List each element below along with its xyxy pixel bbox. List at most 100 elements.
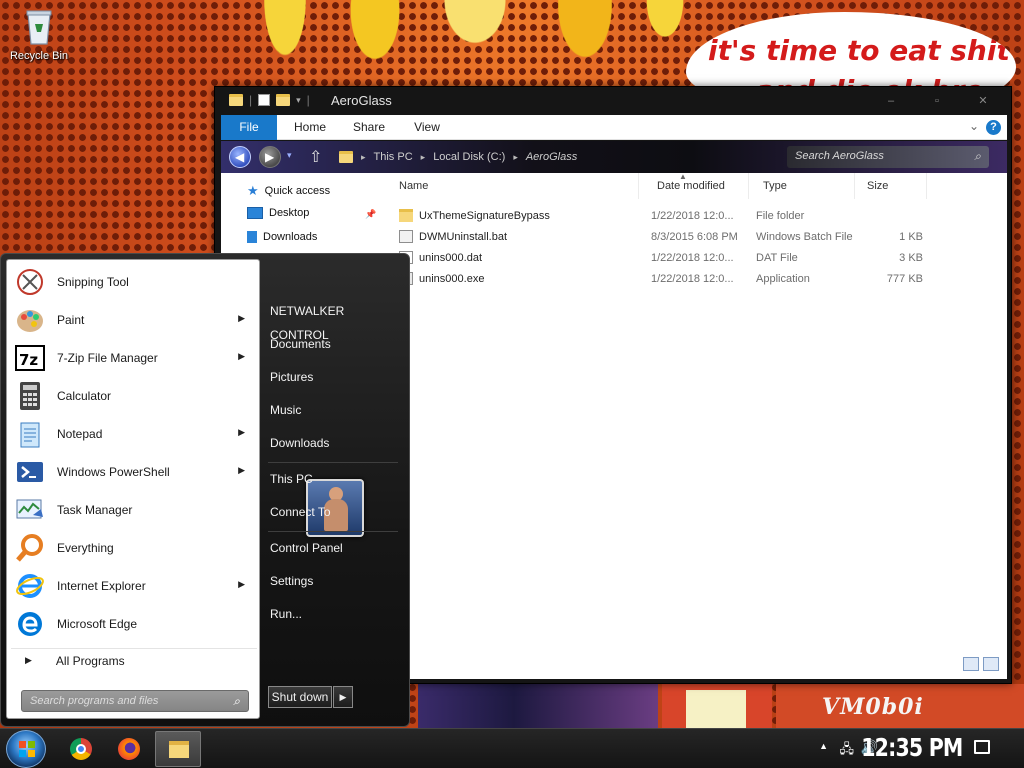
breadcrumb[interactable]: ▸ This PC ▸ Local Disk (C:) ▸ AeroGlass <box>339 145 769 169</box>
taskbar: ▲ 🖧 🔊 12:35 PM <box>0 728 1024 768</box>
start-button[interactable] <box>6 730 46 768</box>
breadcrumb-aeroglass[interactable]: AeroGlass <box>526 151 577 163</box>
link-control-panel[interactable]: Control Panel <box>270 536 398 560</box>
details-view-icon[interactable] <box>963 657 979 671</box>
arrow-right-icon: ▶ <box>25 655 32 665</box>
file-row[interactable]: UxThemeSignatureBypass 1/22/2018 12:0...… <box>381 206 1007 227</box>
taskbar-chrome[interactable] <box>58 731 104 767</box>
recycle-bin-icon <box>24 8 54 46</box>
submenu-arrow-icon: ▶ <box>238 313 245 323</box>
address-bar: ◀ ▶ ▾ ⇧ ▸ This PC ▸ Local Disk (C:) ▸ Ae… <box>221 141 1007 173</box>
start-menu: Snipping Tool Paint ▶ 7z 7-Zip File Mana… <box>0 253 410 727</box>
show-hidden-icons-icon[interactable]: ▲ <box>819 741 828 751</box>
tab-share[interactable]: Share <box>339 115 399 140</box>
link-pictures[interactable]: Pictures <box>270 365 398 389</box>
window-title: AeroGlass <box>331 93 392 108</box>
taskbar-firefox[interactable] <box>106 731 152 767</box>
qat-dropdown-icon[interactable]: ▾ <box>296 95 301 106</box>
shutdown-button[interactable]: Shut down <box>268 686 332 708</box>
search-input[interactable]: Search AeroGlass ⌕ <box>787 146 989 168</box>
edge-icon <box>15 609 45 639</box>
star-icon: ★ <box>247 183 259 198</box>
quick-access-toolbar: | ▾ | <box>229 93 310 107</box>
link-connect-to[interactable]: Connect To <box>270 500 398 524</box>
program-task-manager[interactable]: Task Manager <box>11 492 257 528</box>
new-folder-icon[interactable] <box>276 94 291 106</box>
tab-home[interactable]: Home <box>281 115 339 140</box>
nav-desktop[interactable]: Desktop <box>247 207 309 219</box>
program-everything[interactable]: Everything <box>11 530 257 566</box>
windows-logo-icon <box>19 741 35 757</box>
tab-file[interactable]: File <box>221 115 277 140</box>
system-tray: ▲ 🖧 🔊 12:35 PM <box>804 729 1024 768</box>
chrome-icon <box>70 738 92 760</box>
recent-locations-icon[interactable]: ▾ <box>287 150 292 161</box>
file-list: ▲ Name Date modified Type Size UxThemeSi… <box>381 172 1007 679</box>
large-icons-view-icon[interactable] <box>983 657 999 671</box>
all-programs-button[interactable]: ▶ All Programs <box>11 648 257 672</box>
up-arrow-icon[interactable]: ⇧ <box>309 147 322 167</box>
minimize-button[interactable]: – <box>869 91 913 111</box>
program-calculator[interactable]: Calculator <box>11 378 257 414</box>
link-netwalker-control[interactable]: NETWALKER CONTROL <box>270 299 398 342</box>
program-paint[interactable]: Paint ▶ <box>11 302 257 338</box>
program-snipping-tool[interactable]: Snipping Tool <box>11 264 257 300</box>
recycle-bin-label: Recycle Bin <box>9 50 69 62</box>
view-toggle <box>963 657 999 671</box>
separator <box>268 462 398 463</box>
column-header-type[interactable]: Type <box>751 173 855 199</box>
close-button[interactable]: ✕ <box>961 91 1005 111</box>
program-7zip[interactable]: 7z 7-Zip File Manager ▶ <box>11 340 257 376</box>
title-bar[interactable]: | ▾ | AeroGlass – ▫ ✕ <box>215 87 1011 115</box>
taskbar-file-explorer[interactable] <box>155 731 201 767</box>
help-icon[interactable]: ? <box>986 120 1001 135</box>
link-music[interactable]: Music <box>270 398 398 422</box>
shutdown-options-button[interactable]: ▶ <box>333 686 353 708</box>
action-center-icon[interactable] <box>974 740 990 754</box>
program-internet-explorer[interactable]: Internet Explorer ▶ <box>11 568 257 604</box>
clock[interactable]: 12:35 PM <box>861 733 963 762</box>
link-downloads[interactable]: Downloads <box>270 431 398 455</box>
calculator-icon <box>15 381 45 411</box>
batch-file-icon <box>399 230 413 243</box>
expand-ribbon-icon[interactable]: ⌄ <box>969 119 979 133</box>
folder-icon[interactable] <box>229 94 243 106</box>
powershell-icon <box>15 457 45 487</box>
tab-view[interactable]: View <box>399 115 455 140</box>
firefox-icon <box>118 738 140 760</box>
maximize-button[interactable]: ▫ <box>915 91 959 111</box>
forward-button[interactable]: ▶ <box>259 146 281 168</box>
properties-icon[interactable] <box>258 94 271 106</box>
nav-quick-access[interactable]: ★ Quick access <box>247 183 330 199</box>
program-notepad[interactable]: Notepad ▶ <box>11 416 257 452</box>
back-button[interactable]: ◀ <box>229 146 251 168</box>
program-powershell[interactable]: Windows PowerShell ▶ <box>11 454 257 490</box>
breadcrumb-this-pc[interactable]: This PC <box>374 151 413 163</box>
pin-icon: 📌 <box>365 209 377 219</box>
start-search-input[interactable]: Search programs and files ⌕ <box>21 690 249 712</box>
submenu-arrow-icon: ▶ <box>238 465 245 475</box>
internet-explorer-icon <box>15 571 45 601</box>
column-header-date[interactable]: Date modified <box>645 173 749 199</box>
column-header-name[interactable]: Name <box>387 173 639 199</box>
link-documents[interactable]: Documents <box>270 332 398 356</box>
nav-downloads[interactable]: Downloads <box>247 231 317 243</box>
link-this-pc[interactable]: This PC <box>270 467 398 491</box>
file-row[interactable]: unins000.exe 1/22/2018 12:0... Applicati… <box>381 269 1007 290</box>
flames-artwork <box>245 0 695 90</box>
breadcrumb-local-disk[interactable]: Local Disk (C:) <box>433 151 505 163</box>
column-header-size[interactable]: Size <box>855 173 927 199</box>
back-arrow-icon: ◀ <box>235 150 245 164</box>
snipping-tool-icon <box>15 267 45 297</box>
network-icon[interactable]: 🖧 <box>840 740 855 762</box>
ribbon-tabs: File Home Share View ⌄ ? <box>221 115 1007 140</box>
file-row[interactable]: DWMUninstall.bat 8/3/2015 6:08 PM Window… <box>381 227 1007 248</box>
program-microsoft-edge[interactable]: Microsoft Edge <box>11 606 257 642</box>
link-run[interactable]: Run... <box>270 602 398 626</box>
recycle-bin[interactable]: Recycle Bin <box>8 8 70 62</box>
comic-artwork: VM0b0i <box>410 684 1024 730</box>
link-settings[interactable]: Settings <box>270 569 398 593</box>
forward-arrow-icon: ▶ <box>265 150 275 164</box>
submenu-arrow-icon: ▶ <box>238 427 245 437</box>
file-row[interactable]: unins000.dat 1/22/2018 12:0... DAT File … <box>381 248 1007 269</box>
